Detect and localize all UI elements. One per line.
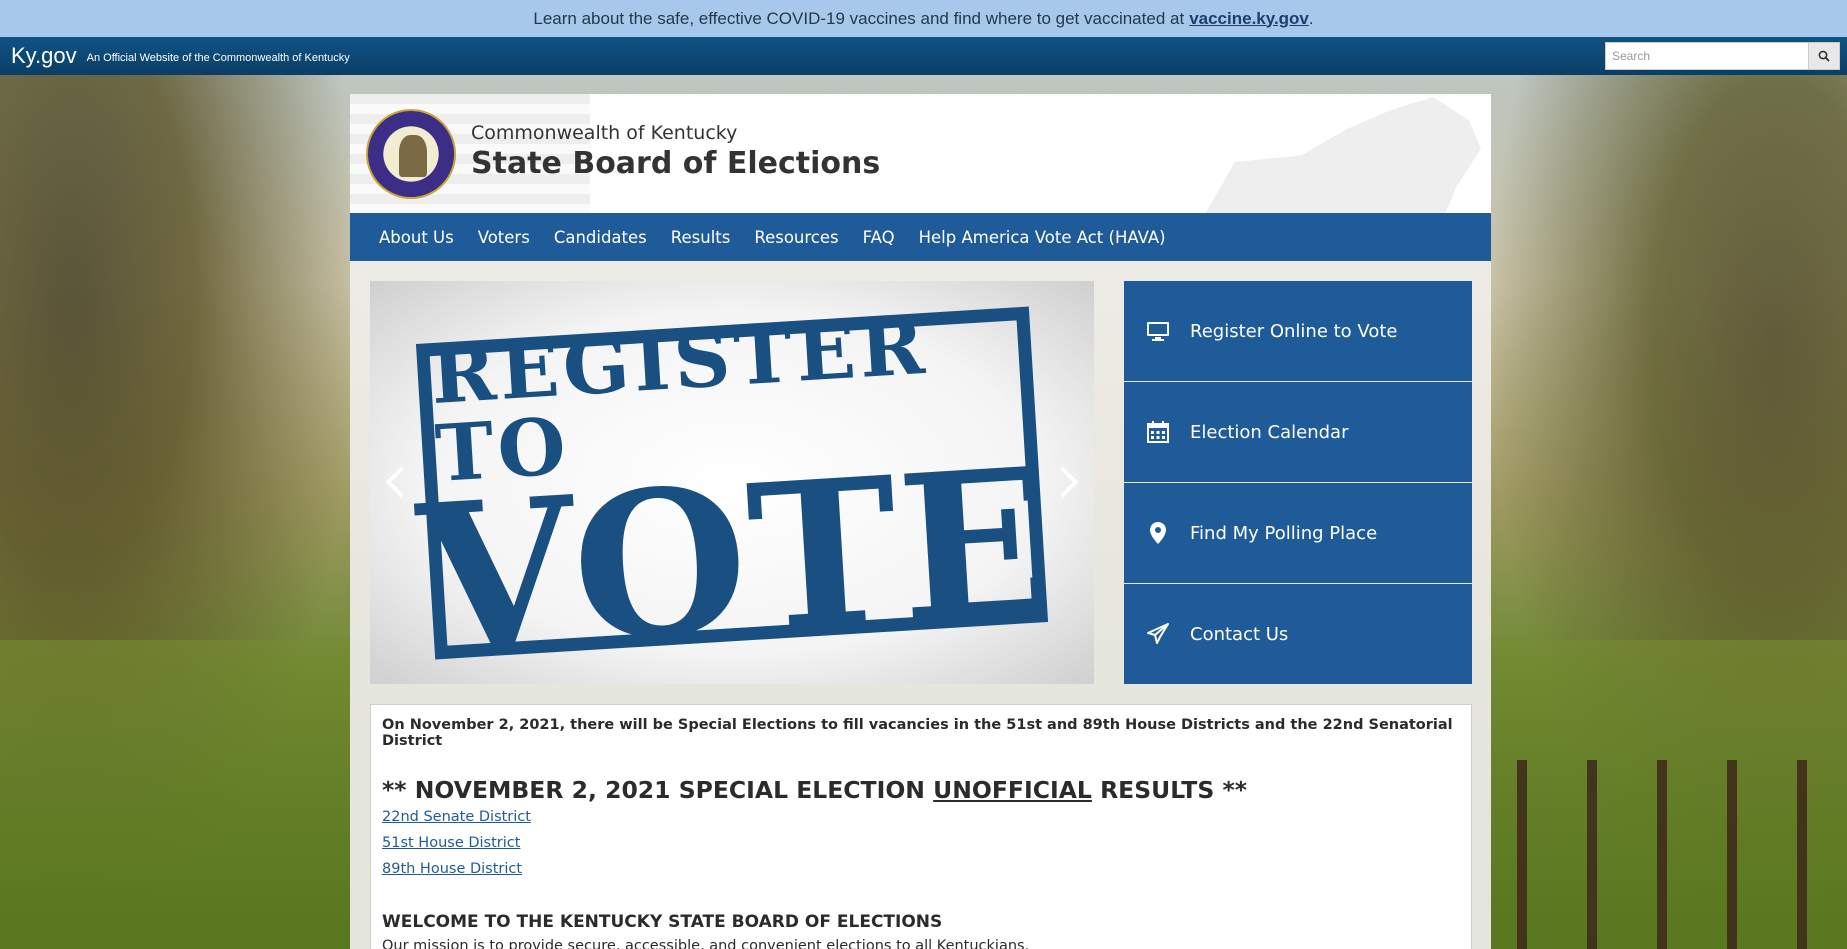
page-container: Commonwealth of Kentucky State Board of … <box>350 94 1491 949</box>
welcome-heading: WELCOME TO THE KENTUCKY STATE BOARD OF E… <box>382 912 943 932</box>
vaccine-link[interactable]: vaccine.ky.gov <box>1189 9 1309 29</box>
kygov-tagline: An Official Website of the Commonwealth … <box>86 52 350 64</box>
search-input[interactable] <box>1605 42 1808 70</box>
main-nav: About Us Voters Candidates Results Resou… <box>350 213 1491 261</box>
result-link-89th-house[interactable]: 89th House District <box>382 856 1460 882</box>
quick-links: Register Online to Vote Election Calenda… <box>1124 281 1472 685</box>
results-heading-post: RESULTS ** <box>1091 776 1248 804</box>
paper-plane-icon <box>1147 623 1169 644</box>
nav-item-hava[interactable]: Help America Vote Act (HAVA) <box>907 213 1178 261</box>
announcements-panel: On November 2, 2021, there will be Speci… <box>370 704 1472 949</box>
results-heading-pre: ** NOVEMBER 2, 2021 SPECIAL ELECTION <box>382 776 934 804</box>
quick-link-label: Contact Us <box>1190 623 1289 645</box>
search-icon <box>1818 50 1830 62</box>
special-election-announcement: On November 2, 2021, there will be Speci… <box>382 717 1453 749</box>
quick-link-contact-us[interactable]: Contact Us <box>1124 584 1472 684</box>
background-fence <box>1517 760 1847 949</box>
site-header: Commonwealth of Kentucky State Board of … <box>350 94 1491 213</box>
search-button[interactable] <box>1808 42 1840 70</box>
quick-link-polling-place[interactable]: Find My Polling Place <box>1124 483 1472 583</box>
covid-banner-text: Learn about the safe, effective COVID-19… <box>533 8 1185 28</box>
result-link-51st-house[interactable]: 51st House District <box>382 830 1460 856</box>
kygov-top-bar: Ky.gov An Official Website of the Common… <box>0 37 1847 75</box>
carousel-next-arrow-icon[interactable] <box>1047 466 1079 498</box>
quick-link-election-calendar[interactable]: Election Calendar <box>1124 382 1472 482</box>
nav-item-results[interactable]: Results <box>659 213 743 261</box>
map-pin-icon <box>1150 522 1166 544</box>
site-title: State Board of Elections <box>471 146 881 181</box>
kentucky-seal-logo[interactable] <box>366 109 456 199</box>
main-content: REGISTER TO VOTE Register Online to Vote <box>350 261 1491 949</box>
nav-item-voters[interactable]: Voters <box>466 213 542 261</box>
mission-statement: Our mission is to provide secure, access… <box>382 938 1030 949</box>
hero-carousel[interactable]: REGISTER TO VOTE <box>370 281 1094 684</box>
site-title-block[interactable]: Commonwealth of Kentucky State Board of … <box>471 122 880 181</box>
kygov-logo[interactable]: Ky.gov <box>11 43 77 69</box>
result-link-22nd-senate[interactable]: 22nd Senate District <box>382 804 1460 830</box>
kentucky-map-shape <box>1205 97 1481 213</box>
quick-link-label: Register Online to Vote <box>1190 320 1398 342</box>
quick-link-label: Find My Polling Place <box>1190 522 1378 544</box>
nav-item-about-us[interactable]: About Us <box>367 213 466 261</box>
stamp-line-vote: VOTE <box>412 423 1061 684</box>
nav-item-candidates[interactable]: Candidates <box>542 213 659 261</box>
register-to-vote-stamp: REGISTER TO VOTE <box>413 301 1061 684</box>
monitor-icon <box>1147 322 1169 341</box>
search-box <box>1605 42 1840 70</box>
quick-link-label: Election Calendar <box>1190 421 1349 443</box>
nav-item-faq[interactable]: FAQ <box>851 213 907 261</box>
nav-item-resources[interactable]: Resources <box>742 213 850 261</box>
covid-banner-end: . <box>1308 8 1314 28</box>
results-heading-unofficial: UNOFFICIAL <box>933 776 1092 804</box>
site-subtitle: Commonwealth of Kentucky <box>471 122 738 144</box>
covid-banner: Learn about the safe, effective COVID-19… <box>0 0 1847 37</box>
seal-figure <box>399 135 427 177</box>
results-heading: ** NOVEMBER 2, 2021 SPECIAL ELECTION UNO… <box>382 776 1460 804</box>
calendar-icon <box>1147 421 1169 443</box>
quick-link-register-online[interactable]: Register Online to Vote <box>1124 281 1472 381</box>
